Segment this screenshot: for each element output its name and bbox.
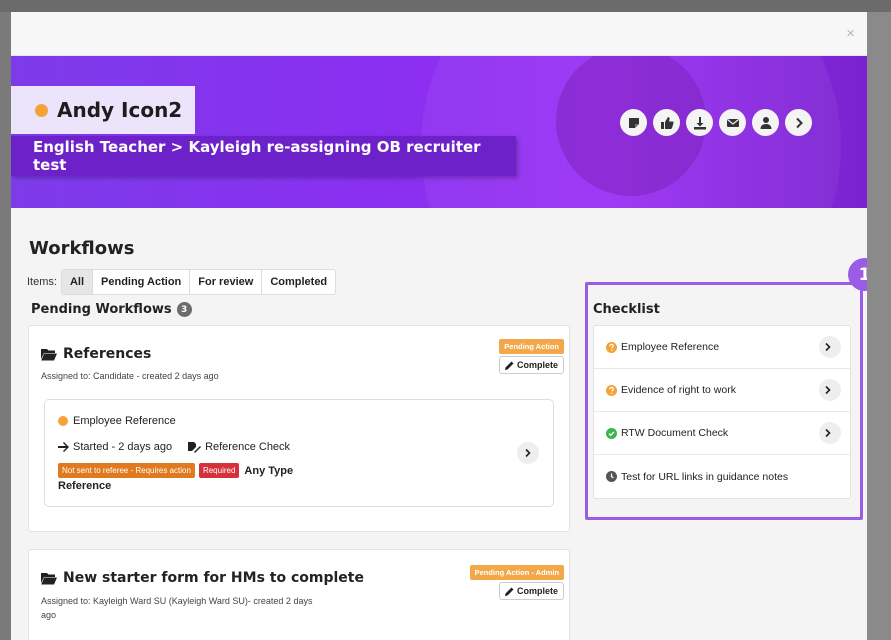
tab-all[interactable]: All (61, 270, 94, 294)
job-title-bar: English Teacher > Kayleigh re-assigning … (11, 136, 516, 176)
job-title[interactable]: English Teacher > Kayleigh re-assigning … (33, 138, 516, 174)
candidate-header: Andy Icon2 English Teacher > Kayleigh re… (11, 56, 867, 208)
candidate-modal: × Andy Icon2 English Teacher > Kayleigh … (11, 12, 867, 640)
thumbs-up-button[interactable] (653, 109, 680, 136)
workflow-title: References (41, 346, 151, 362)
complete-button[interactable]: Complete (498, 356, 564, 374)
tab-pending-action[interactable]: Pending Action (93, 270, 191, 294)
candidate-name-box: Andy Icon2 (11, 86, 195, 134)
pencil-icon (504, 587, 514, 596)
reference-type-cont: Reference (58, 480, 112, 492)
user-icon (760, 116, 771, 129)
folder-open-icon (41, 572, 57, 584)
referee-status-badge: Not sent to referee - Requires action (58, 463, 195, 478)
item-name: Employee Reference (73, 415, 176, 427)
item-started: Started - 2 days ago (73, 441, 173, 453)
workflow-card: New starter form for HMs to complete Ass… (28, 549, 570, 640)
signature-icon (188, 441, 202, 453)
download-button[interactable] (686, 109, 713, 136)
status-badge: Pending Action (499, 339, 564, 354)
open-item-button[interactable] (517, 442, 539, 464)
complete-label: Complete (516, 586, 558, 596)
chevron-right-icon (795, 117, 803, 128)
workflow-title: New starter form for HMs to complete (41, 570, 364, 586)
workflow-title-text: New starter form for HMs to complete (63, 570, 364, 586)
pending-workflows-heading: Pending Workflows 3 (31, 302, 192, 317)
next-candidate-button[interactable] (785, 109, 812, 136)
item-check: Reference Check (205, 441, 291, 453)
pencil-icon (504, 361, 514, 370)
workflow-title-text: References (63, 346, 152, 362)
email-button[interactable] (719, 109, 746, 136)
tab-completed[interactable]: Completed (262, 270, 335, 294)
item-progress-row: Started - 2 days ago Reference Check (58, 441, 290, 453)
background-scroll-edge (867, 12, 891, 640)
checklist-highlight (585, 282, 863, 520)
status-badge: Pending Action - Admin (469, 565, 564, 580)
candidate-name: Andy Icon2 (57, 98, 183, 122)
required-badge: Required (198, 463, 240, 478)
complete-label: Complete (516, 360, 558, 370)
item-badges: Not sent to referee - Requires action Re… (58, 463, 293, 478)
modal-topbar: × (11, 12, 867, 56)
item-name-row: Employee Reference (58, 415, 176, 427)
background-strip (0, 0, 891, 12)
arrow-right-icon (58, 442, 69, 452)
email-icon (726, 118, 739, 127)
status-dot-icon (58, 416, 68, 426)
folder-open-icon (41, 348, 57, 360)
note-button[interactable] (620, 109, 647, 136)
background-left-edge (0, 12, 11, 640)
workflows-heading: Workflows (29, 238, 135, 259)
status-dot-icon (35, 103, 48, 117)
chevron-right-icon (525, 448, 531, 458)
profile-button[interactable] (752, 109, 779, 136)
header-actions (620, 109, 812, 136)
reference-type: Any Type (244, 464, 294, 477)
complete-button[interactable]: Complete (498, 582, 564, 600)
download-icon (693, 116, 706, 129)
checklist-item-card[interactable]: Employee Reference Started - 2 days ago … (44, 399, 554, 507)
thumbs-up-icon (660, 116, 674, 129)
close-icon[interactable]: × (846, 26, 855, 41)
workflow-card: References Assigned to: Candidate - crea… (28, 325, 570, 532)
tab-for-review[interactable]: For review (190, 270, 263, 294)
items-label: Items: (27, 276, 57, 288)
filter-tabs: All Pending Action For review Completed (60, 269, 337, 295)
pending-workflows-label: Pending Workflows (31, 302, 172, 317)
note-icon (628, 117, 639, 128)
workflow-assigned-line: ago (41, 610, 57, 620)
workflow-assigned: Assigned to: Candidate - created 2 days … (41, 371, 219, 381)
workflow-filter: Items: All Pending Action For review Com… (27, 269, 337, 295)
workflow-assigned: Assigned to: Kayleigh Ward SU (Kayleigh … (41, 594, 312, 622)
pending-count-badge: 3 (176, 302, 192, 317)
workflow-assigned-line: Assigned to: Kayleigh Ward SU (Kayleigh … (41, 596, 313, 606)
